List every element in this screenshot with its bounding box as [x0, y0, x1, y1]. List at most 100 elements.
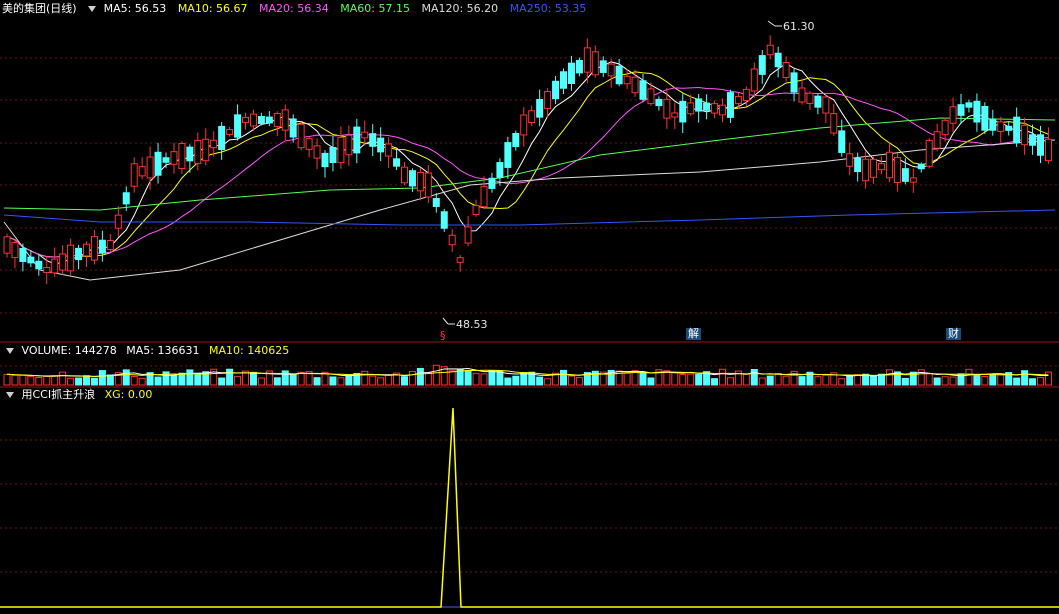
candle-body: [480, 186, 488, 208]
kline-chart[interactable]: 61.30 48.53: [0, 0, 1059, 614]
chart-title: 美的集团(日线): [2, 2, 77, 15]
indicator-collapse-triangle-icon[interactable]: [6, 392, 14, 398]
volume-bar: [186, 369, 194, 386]
candle-body: [679, 100, 687, 123]
candle-body: [552, 80, 560, 100]
collapse-triangle-icon[interactable]: [88, 6, 97, 12]
candle-body: [162, 157, 170, 163]
candle-body: [949, 106, 957, 124]
volume-bar: [504, 377, 512, 386]
volume-bar: [1029, 378, 1037, 386]
volume-bar: [496, 370, 504, 386]
candle-body: [401, 166, 408, 184]
candle-body: [472, 205, 480, 215]
candle-body: [973, 100, 981, 123]
candle-body: [766, 44, 774, 56]
volume-bar: [249, 371, 257, 386]
candle-body: [567, 62, 575, 85]
candle-body: [416, 171, 424, 192]
volume-bar: [719, 368, 726, 386]
candle-body: [607, 63, 615, 77]
cci-signal-line: [0, 407, 1059, 608]
candle-body: [536, 99, 544, 118]
volume-bar: [488, 370, 496, 386]
candle-body: [496, 162, 504, 178]
candle-body: [615, 65, 623, 85]
volume-title: VOLUME: 144278: [21, 344, 117, 357]
candle-body: [345, 134, 353, 156]
candle-body: [909, 177, 917, 183]
candle-body: [1044, 138, 1052, 162]
candle-body: [734, 95, 742, 105]
volume-bar: [750, 368, 758, 386]
volume-bar: [472, 372, 480, 386]
candle-body: [67, 244, 75, 272]
candle-body: [1005, 125, 1013, 131]
candle-body: [631, 76, 639, 94]
indicator-xg-label: XG: 0.00: [104, 388, 153, 401]
volume-bar: [544, 378, 552, 386]
volume-bar: [846, 375, 854, 386]
candle-body: [234, 114, 242, 138]
volume-bar: [51, 375, 59, 386]
candle-body: [361, 131, 369, 139]
candle-body: [544, 91, 552, 109]
volume-bar: [949, 376, 957, 386]
volume-bar: [329, 376, 337, 386]
volume-bar: [3, 373, 11, 386]
volume-bar: [536, 376, 544, 386]
volume-bar: [1021, 370, 1029, 386]
candle-body: [981, 106, 989, 131]
candle-body: [273, 112, 281, 128]
candle-body: [838, 130, 846, 153]
candle-body: [51, 258, 59, 274]
volume-bar: [90, 377, 98, 386]
candle-body: [798, 87, 806, 103]
candle-body: [806, 92, 814, 104]
volume-bar: [377, 377, 385, 386]
candle-body: [504, 142, 512, 168]
candle-body: [1021, 124, 1029, 146]
candle-body: [35, 260, 43, 270]
volume-bar: [401, 376, 408, 386]
candle-body: [878, 163, 885, 171]
candle-body: [226, 129, 234, 135]
volume-bar: [679, 374, 687, 386]
candle-body: [369, 133, 377, 147]
candle-body: [27, 256, 35, 264]
candlesticks: [3, 35, 1052, 285]
volume-bar: [130, 376, 138, 386]
volume-bar: [226, 368, 234, 386]
candle-body: [130, 163, 138, 187]
candle-body: [98, 239, 106, 254]
candle-body: [170, 151, 178, 165]
ma250-label: MA250: 53.35: [509, 2, 587, 15]
volume-bar: [122, 369, 130, 386]
volume-bar: [234, 375, 242, 386]
volume-ma5-label: MA5: 136631: [126, 344, 200, 357]
volume-bar: [695, 373, 703, 386]
candle-body: [655, 98, 663, 107]
candle-body: [377, 137, 385, 153]
candle-body: [265, 116, 273, 124]
candle-body: [711, 103, 719, 114]
volume-bar: [711, 378, 719, 386]
candle-body: [448, 234, 456, 246]
candle-body: [75, 247, 83, 261]
volume-bar: [408, 370, 416, 386]
volume-bar: [194, 374, 202, 386]
candle-body: [210, 139, 218, 149]
candle-body: [218, 125, 226, 151]
volume-bar: [416, 367, 424, 386]
volume-bar: [870, 375, 878, 386]
candle-body: [43, 266, 51, 274]
low-annotation: 48.53: [442, 317, 488, 331]
volume-bar: [758, 377, 766, 386]
candle-body: [965, 102, 973, 108]
volume-bar: [726, 377, 734, 386]
volume-bar: [297, 371, 305, 386]
volume-collapse-triangle-icon[interactable]: [6, 348, 14, 354]
candle-body: [774, 52, 782, 68]
volume-bar: [766, 375, 774, 386]
candle-body: [830, 113, 838, 134]
